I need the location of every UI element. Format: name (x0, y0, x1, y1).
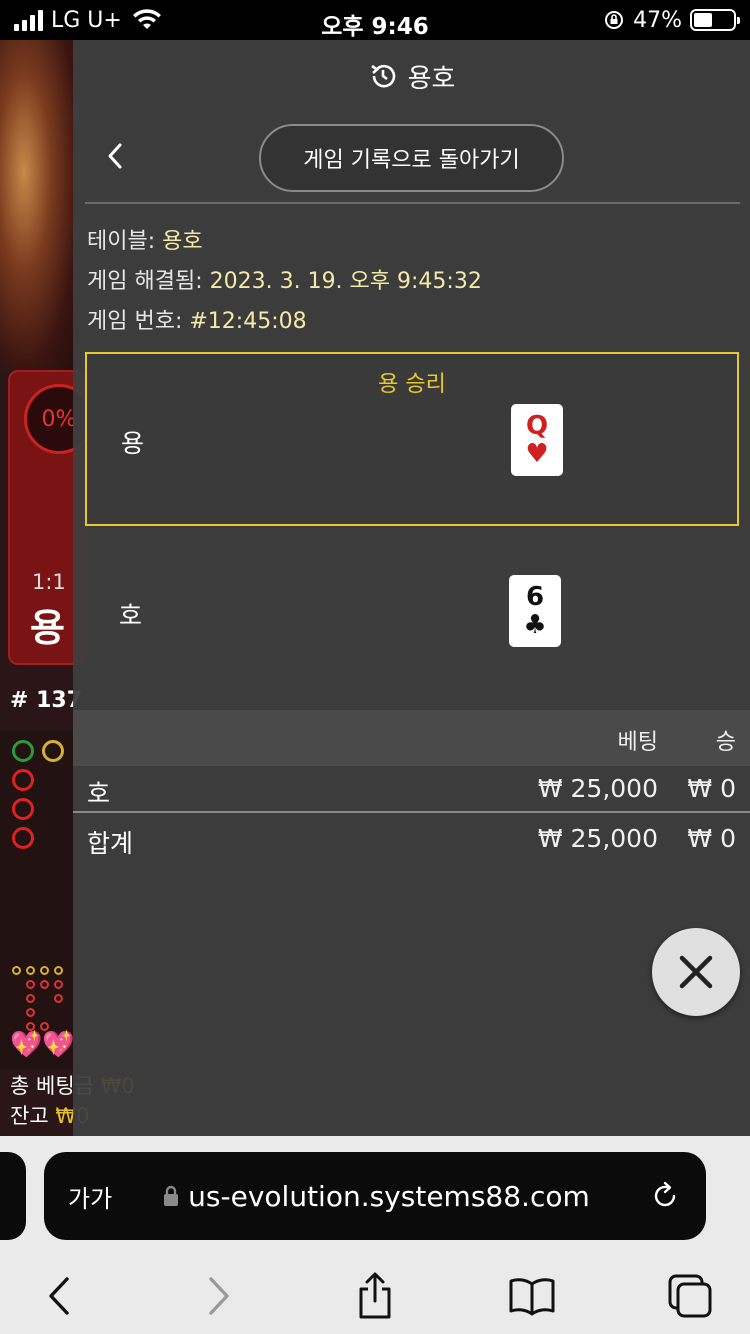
balance-label: 잔고 (10, 1104, 49, 1128)
browser-toolbar (0, 1262, 750, 1334)
road-dot (54, 994, 63, 1003)
bookmarks-button[interactable] (504, 1268, 560, 1324)
payout-ratio: 1:1 (32, 570, 66, 594)
modal-header: 용호 (73, 40, 750, 112)
close-icon (679, 955, 713, 989)
road-bead (12, 769, 34, 791)
back-button[interactable] (99, 136, 131, 176)
bet-row-win: ₩ 0 (687, 774, 736, 803)
tiger-label: 호 (119, 601, 143, 630)
dragon-side-label: 용 (30, 606, 65, 650)
browser-chrome: 가가 us-evolution.systems88.com (0, 1136, 750, 1334)
game-history-detail-panel: 용호 게임 기록으로 돌아가기 테이블: 용호 게임 해결됨: 2023. 3.… (73, 40, 750, 1136)
modal-title: 용호 (407, 63, 456, 94)
address-bar[interactable]: 가가 us-evolution.systems88.com (44, 1152, 706, 1240)
dragon-image (0, 40, 80, 370)
total-win: ₩ 0 (687, 824, 736, 853)
total-label: 합계 (87, 829, 134, 858)
road-dot (26, 1008, 35, 1017)
card-rank: Q (525, 411, 549, 441)
chevron-left-icon (108, 143, 122, 169)
close-button[interactable] (652, 928, 740, 1016)
road-dot (26, 966, 35, 975)
dragon-label: 용 (121, 429, 145, 458)
resolved-info-value: 2023. 3. 19. 오후 9:45:32 (209, 269, 482, 294)
road-bead (42, 740, 64, 762)
column-bet: 베팅 (617, 730, 658, 755)
dragon-result-row: 용 승리 용 Q ♥ (85, 352, 739, 526)
divider (85, 202, 740, 204)
lock-icon (164, 1185, 179, 1206)
road-dot (12, 966, 21, 975)
table-info-label: 테이블: (87, 229, 163, 254)
chat-emoji: 💖💖 (10, 1030, 75, 1060)
forward-nav-button[interactable] (192, 1268, 248, 1324)
url-text: us-evolution.systems88.com (188, 1179, 590, 1213)
bet-row-amount: ₩ 25,000 (537, 774, 658, 803)
battery-icon (690, 9, 740, 31)
navigation-row: 게임 기록으로 돌아가기 (73, 112, 750, 204)
table-info: 테이블: 용호 (87, 222, 736, 262)
table-info-value: 용호 (162, 229, 203, 254)
bets-table-header: 베팅 승 (73, 710, 750, 766)
row-divider (73, 811, 750, 813)
game-number-info: 게임 번호: #12:45:08 (87, 302, 736, 342)
dragon-win-label: 용 승리 (378, 372, 446, 397)
chevron-right-icon (209, 1277, 229, 1315)
history-icon (370, 64, 395, 88)
chevron-left-icon (49, 1277, 69, 1315)
battery-fill (694, 13, 712, 27)
reload-icon[interactable] (648, 1179, 682, 1213)
tabs-button[interactable] (662, 1268, 718, 1324)
road-dot (26, 994, 35, 1003)
bet-row-label: 호 (87, 779, 111, 808)
tabs-icon (668, 1274, 712, 1318)
road-dot (54, 966, 63, 975)
road-dot (40, 966, 49, 975)
total-row: 합계 ₩ 25,000 ₩ 0 (73, 816, 750, 862)
status-bar: LG U+ 오후 9:46 47% (0, 0, 750, 40)
road-bead (12, 827, 34, 849)
game-info: 테이블: 용호 게임 해결됨: 2023. 3. 19. 오후 9:45:32 … (73, 204, 750, 342)
dragon-card: Q ♥ (511, 404, 563, 476)
column-win: 승 (715, 730, 736, 755)
resolved-info: 게임 해결됨: 2023. 3. 19. 오후 9:45:32 (87, 262, 736, 302)
card-rank: 6 (525, 582, 545, 612)
round-number: # 137 (10, 688, 83, 713)
game-number-label: 게임 번호: (87, 309, 190, 334)
road-bead (12, 798, 34, 820)
heart-icon: ♥ (525, 439, 549, 469)
club-icon: ♣ (523, 610, 547, 640)
road-dot (54, 980, 63, 989)
road-dot (26, 980, 35, 989)
return-to-history-button[interactable]: 게임 기록으로 돌아가기 (259, 124, 564, 192)
total-bet: ₩ 25,000 (537, 824, 658, 853)
share-icon (359, 1272, 391, 1319)
table-row: 호 ₩ 25,000 ₩ 0 (73, 766, 750, 812)
book-icon (509, 1278, 555, 1316)
text-size-button[interactable]: 가가 (68, 1179, 112, 1214)
road-bead (12, 740, 34, 762)
back-nav-button[interactable] (30, 1268, 86, 1324)
tiger-card: 6 ♣ (509, 575, 561, 647)
tiger-result-row: 호 6 ♣ (85, 528, 739, 698)
status-time: 오후 9:46 (321, 14, 429, 40)
previous-tab-peek[interactable] (0, 1152, 26, 1240)
game-number-value: #12:45:08 (189, 309, 307, 334)
share-button[interactable] (347, 1268, 403, 1324)
road-dot (40, 980, 49, 989)
resolved-info-label: 게임 해결됨: (87, 269, 210, 294)
